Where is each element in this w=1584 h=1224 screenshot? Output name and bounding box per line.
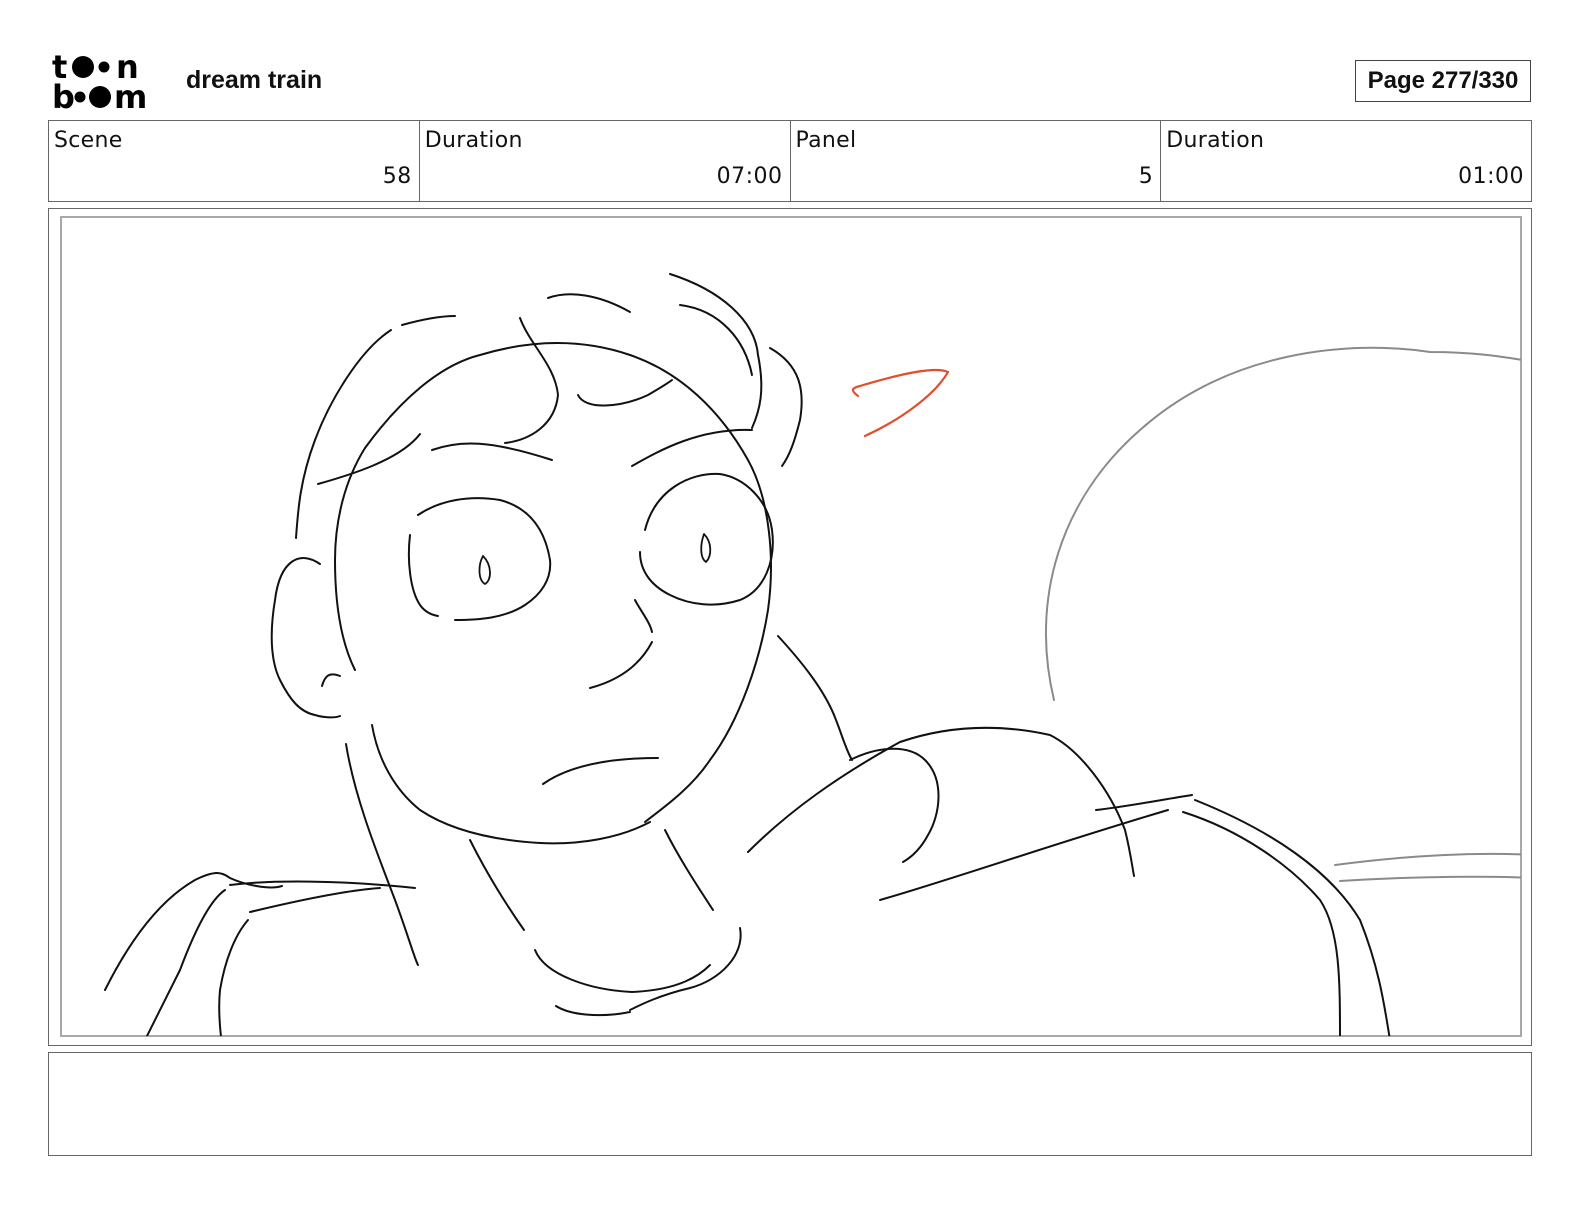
panel-info-table: Scene 58 Duration 07:00 Panel 5 Duration… — [48, 120, 1532, 202]
svg-text:m: m — [114, 78, 147, 112]
project-title: dream train — [186, 66, 323, 94]
svg-text:b: b — [52, 78, 75, 112]
panel-duration-cell: Duration 01:00 — [1161, 121, 1531, 201]
panel-duration-value: 01:00 — [1458, 164, 1524, 189]
panel-cell: Panel 5 — [791, 121, 1162, 201]
scene-label: Scene — [54, 128, 123, 153]
scene-duration-cell: Duration 07:00 — [420, 121, 791, 201]
scene-value: 58 — [382, 164, 412, 189]
panel-label: Panel — [795, 128, 857, 153]
toonboom-logo: t n b m — [52, 50, 147, 112]
scene-duration-value: 07:00 — [716, 164, 783, 189]
panel-notes-box — [48, 1052, 1532, 1156]
scene-cell: Scene 58 — [49, 121, 420, 201]
panel-safe-area — [60, 216, 1522, 1037]
page-indicator: Page 277/330 — [1355, 60, 1531, 102]
panel-duration-label: Duration — [1166, 128, 1265, 153]
scene-duration-label: Duration — [424, 128, 523, 153]
panel-value: 5 — [1138, 164, 1154, 189]
